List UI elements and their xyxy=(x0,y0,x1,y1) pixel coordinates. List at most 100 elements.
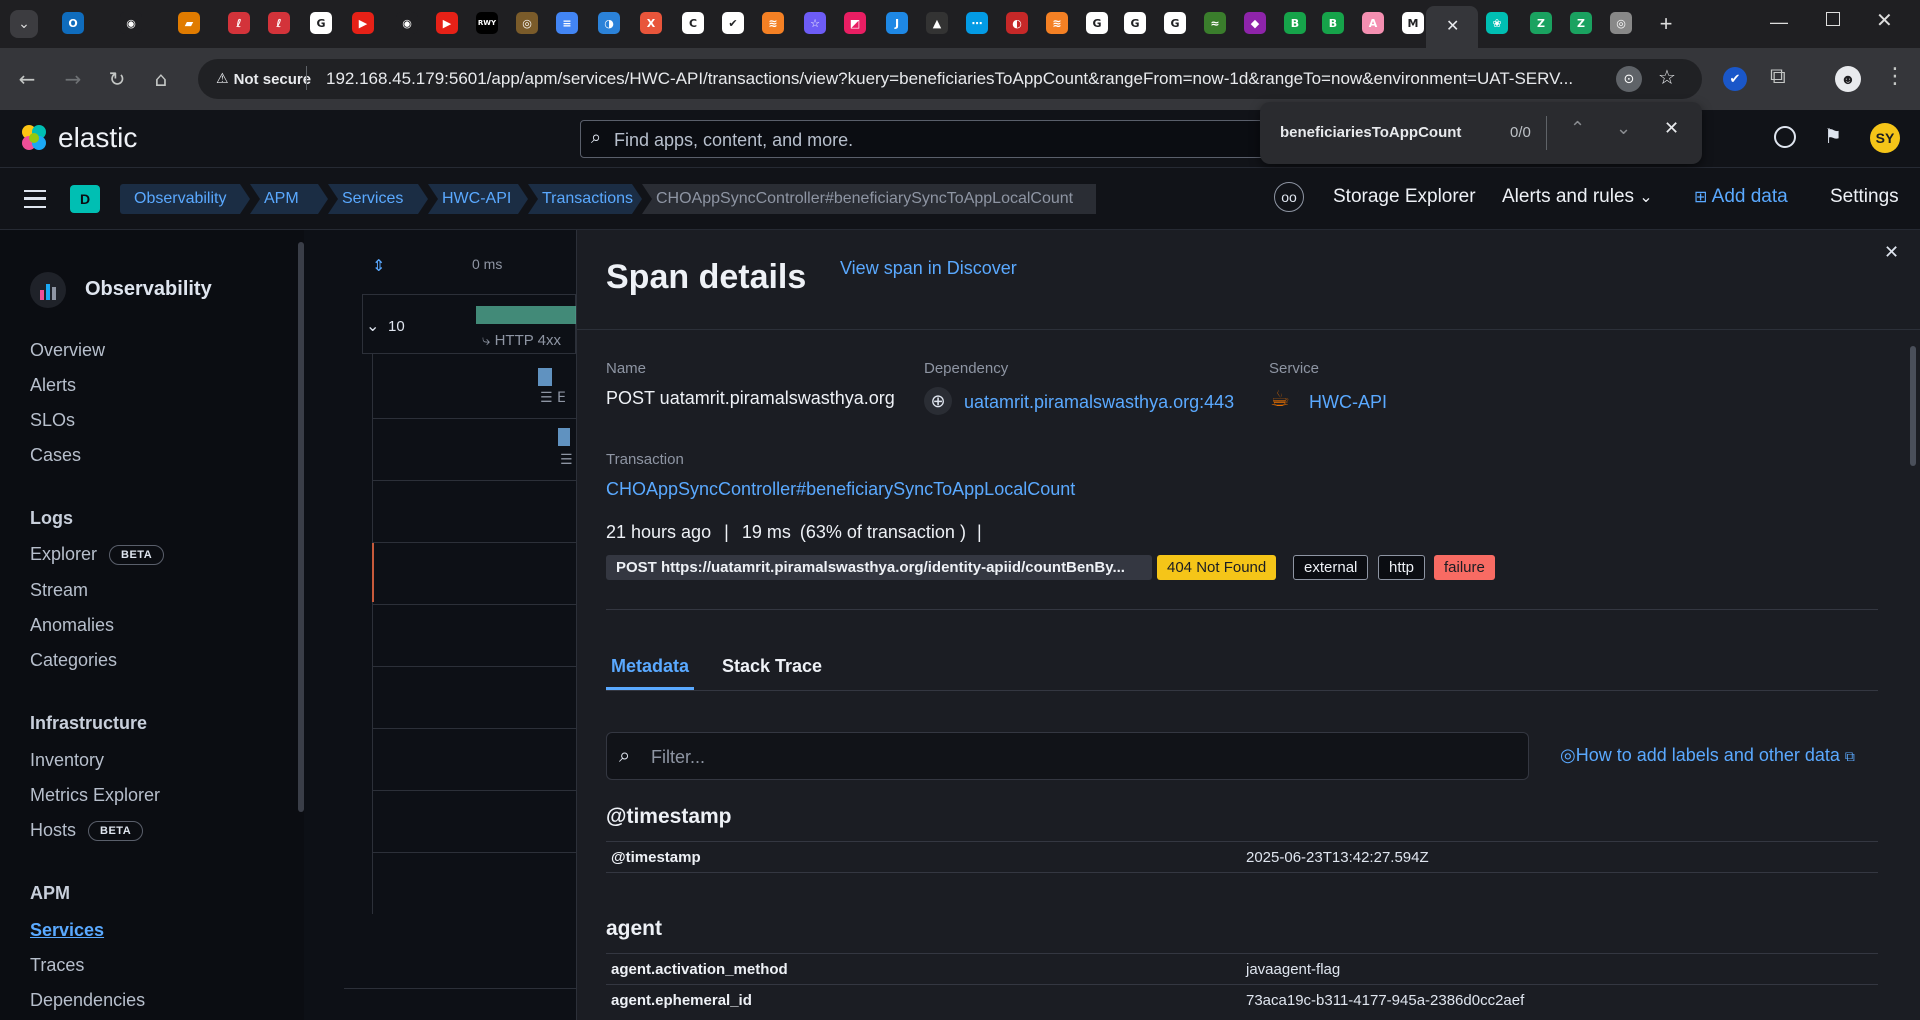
space-badge[interactable]: D xyxy=(70,185,100,213)
find-previous-icon[interactable]: ⌃ xyxy=(1570,118,1585,139)
sidebar-item-inventory[interactable]: Inventory xyxy=(30,750,104,771)
url-text[interactable]: 192.168.45.179:5601/app/apm/services/HWC… xyxy=(326,69,1596,89)
alerts-rules-menu[interactable]: Alerts and rules ⌄ xyxy=(1502,186,1653,208)
tab-close-icon[interactable]: ✕ xyxy=(1446,16,1459,35)
app-icon[interactable]: M xyxy=(1402,12,1424,34)
browser-menu-icon[interactable]: ⋮ xyxy=(1884,64,1906,89)
chrome-icon[interactable]: ◎ xyxy=(1610,12,1632,34)
stackoverflow-icon[interactable]: ≋ xyxy=(762,12,784,34)
collapse-all-icon[interactable]: ⇕ xyxy=(372,256,385,275)
sidebar-item-traces[interactable]: Traces xyxy=(30,955,84,976)
github-icon[interactable]: ◉ xyxy=(120,12,142,34)
glasses-icon[interactable]: oo xyxy=(1274,182,1304,212)
sidebar-item-slos[interactable]: SLOs xyxy=(30,410,75,431)
db-span-bar[interactable] xyxy=(558,428,570,446)
sidebar-item-hosts[interactable]: Hosts BETA xyxy=(30,820,144,842)
security-chip[interactable]: ⚠ Not secure xyxy=(208,67,319,91)
db-span-bar[interactable] xyxy=(538,368,552,386)
extensions-icon[interactable]: ⧉ xyxy=(1770,64,1786,89)
menu-toggle-icon[interactable] xyxy=(24,190,46,208)
find-close-icon[interactable]: ✕ xyxy=(1664,118,1679,139)
bookmark-star-icon[interactable]: ☆ xyxy=(1658,65,1676,89)
app-icon[interactable]: ◩ xyxy=(844,12,866,34)
sidebar-item-explorer[interactable]: Explorer BETA xyxy=(30,544,165,566)
google-icon[interactable]: G xyxy=(1086,12,1108,34)
storage-explorer-link[interactable]: Storage Explorer xyxy=(1333,186,1476,208)
app-icon[interactable]: Z xyxy=(1570,12,1592,34)
user-avatar[interactable]: SY xyxy=(1870,123,1900,153)
labels-help-link[interactable]: ◎How to add labels and other data ⧉ xyxy=(1560,745,1855,766)
close-icon[interactable]: ✕ xyxy=(1884,242,1899,263)
stackoverflow-icon[interactable]: ≋ xyxy=(1046,12,1068,34)
sidebar-item-categories[interactable]: Categories xyxy=(30,650,117,671)
app-icon[interactable]: ◐ xyxy=(1006,12,1028,34)
app-icon[interactable]: B xyxy=(1284,12,1306,34)
sidebar-item-anomalies[interactable]: Anomalies xyxy=(30,615,114,636)
app-icon[interactable]: ℓ xyxy=(268,12,290,34)
tab-stack-trace[interactable]: Stack Trace xyxy=(722,656,822,677)
elastic-icon[interactable]: ❀ xyxy=(1486,12,1508,34)
reload-icon[interactable]: ↻ xyxy=(102,64,132,94)
app-icon[interactable]: A xyxy=(1362,12,1384,34)
google-icon[interactable]: G xyxy=(1124,12,1146,34)
youtube-icon[interactable]: ▶ xyxy=(352,12,374,34)
rwy-icon[interactable]: RWY xyxy=(476,12,498,34)
new-tab-button[interactable]: + xyxy=(1652,10,1680,38)
app-icon[interactable]: ◆ xyxy=(1244,12,1266,34)
tab-search-button[interactable]: ⌄ xyxy=(10,10,38,38)
address-bar[interactable]: ⚠ Not secure 192.168.45.179:5601/app/apm… xyxy=(198,59,1702,99)
sidebar-item-cases[interactable]: Cases xyxy=(30,445,81,466)
sidebar-item-dependencies[interactable]: Dependencies xyxy=(30,990,145,1011)
help-icon[interactable] xyxy=(1774,126,1796,148)
sidebar-item-services[interactable]: Services xyxy=(30,920,104,941)
sidebar-item-alerts[interactable]: Alerts xyxy=(30,375,76,396)
app-icon[interactable]: ≈ xyxy=(1204,12,1226,34)
breadcrumb-services[interactable]: Services xyxy=(328,184,428,214)
window-minimize-button[interactable]: — xyxy=(1770,12,1788,33)
app-icon[interactable]: ◑ xyxy=(598,12,620,34)
news-feed-icon[interactable]: ⚑ xyxy=(1824,124,1842,148)
app-icon[interactable]: ⋯ xyxy=(966,12,988,34)
service-link[interactable]: HWC-API xyxy=(1309,392,1387,413)
app-icon[interactable]: ☆ xyxy=(804,12,826,34)
app-icon[interactable]: C xyxy=(682,12,704,34)
view-in-discover-link[interactable]: View span in Discover xyxy=(840,258,1017,279)
elastic-logo[interactable]: elastic xyxy=(18,122,137,154)
outlook-icon[interactable]: O xyxy=(62,12,84,34)
flyout-scrollbar[interactable] xyxy=(1910,346,1916,466)
docs-icon[interactable]: ≡ xyxy=(556,12,578,34)
metadata-filter-input[interactable]: ⌕ Filter... xyxy=(606,732,1529,780)
app-icon[interactable]: B xyxy=(1322,12,1344,34)
app-icon[interactable]: ✔ xyxy=(722,12,744,34)
app-icon[interactable]: X xyxy=(640,12,662,34)
settings-link[interactable]: Settings xyxy=(1830,186,1899,208)
google-icon[interactable]: G xyxy=(1164,12,1186,34)
find-next-icon[interactable]: ⌄ xyxy=(1616,118,1631,139)
find-query[interactable]: beneficiariesToAppCount xyxy=(1280,124,1461,141)
back-icon[interactable]: ← xyxy=(12,64,42,94)
profile-icon[interactable]: ☻ xyxy=(1835,66,1861,92)
folder-icon[interactable]: ▰ xyxy=(178,12,200,34)
sidebar-item-overview[interactable]: Overview xyxy=(30,340,105,361)
app-icon[interactable]: ◎ xyxy=(516,12,538,34)
breadcrumb-observability[interactable]: Observability xyxy=(120,184,250,214)
home-icon[interactable]: ⌂ xyxy=(146,64,176,94)
breadcrumb-transactions[interactable]: Transactions xyxy=(528,184,642,214)
window-close-button[interactable]: ✕ xyxy=(1876,8,1893,32)
app-icon[interactable]: J xyxy=(886,12,908,34)
app-icon[interactable]: ▲ xyxy=(926,12,948,34)
breadcrumb-service[interactable]: HWC-API xyxy=(428,184,528,214)
google-icon[interactable]: G xyxy=(310,12,332,34)
breadcrumb-apm[interactable]: APM xyxy=(250,184,328,214)
tab-metadata[interactable]: Metadata xyxy=(606,656,695,690)
extension-check-icon[interactable]: ✔ xyxy=(1723,67,1747,91)
sidebar-item-stream[interactable]: Stream xyxy=(30,580,88,601)
chevron-down-icon[interactable]: ⌄ xyxy=(366,316,379,335)
github-icon[interactable]: ◉ xyxy=(396,12,418,34)
app-icon[interactable]: Z xyxy=(1530,12,1552,34)
sidebar-item-metrics-explorer[interactable]: Metrics Explorer xyxy=(30,785,160,806)
transaction-link[interactable]: CHOAppSyncController#beneficiarySyncToAp… xyxy=(606,479,1075,500)
global-search-input[interactable]: ⌕ Find apps, content, and more. xyxy=(580,120,1300,158)
page-search-icon[interactable]: ⊙ xyxy=(1616,66,1642,92)
app-icon[interactable]: ℓ xyxy=(228,12,250,34)
